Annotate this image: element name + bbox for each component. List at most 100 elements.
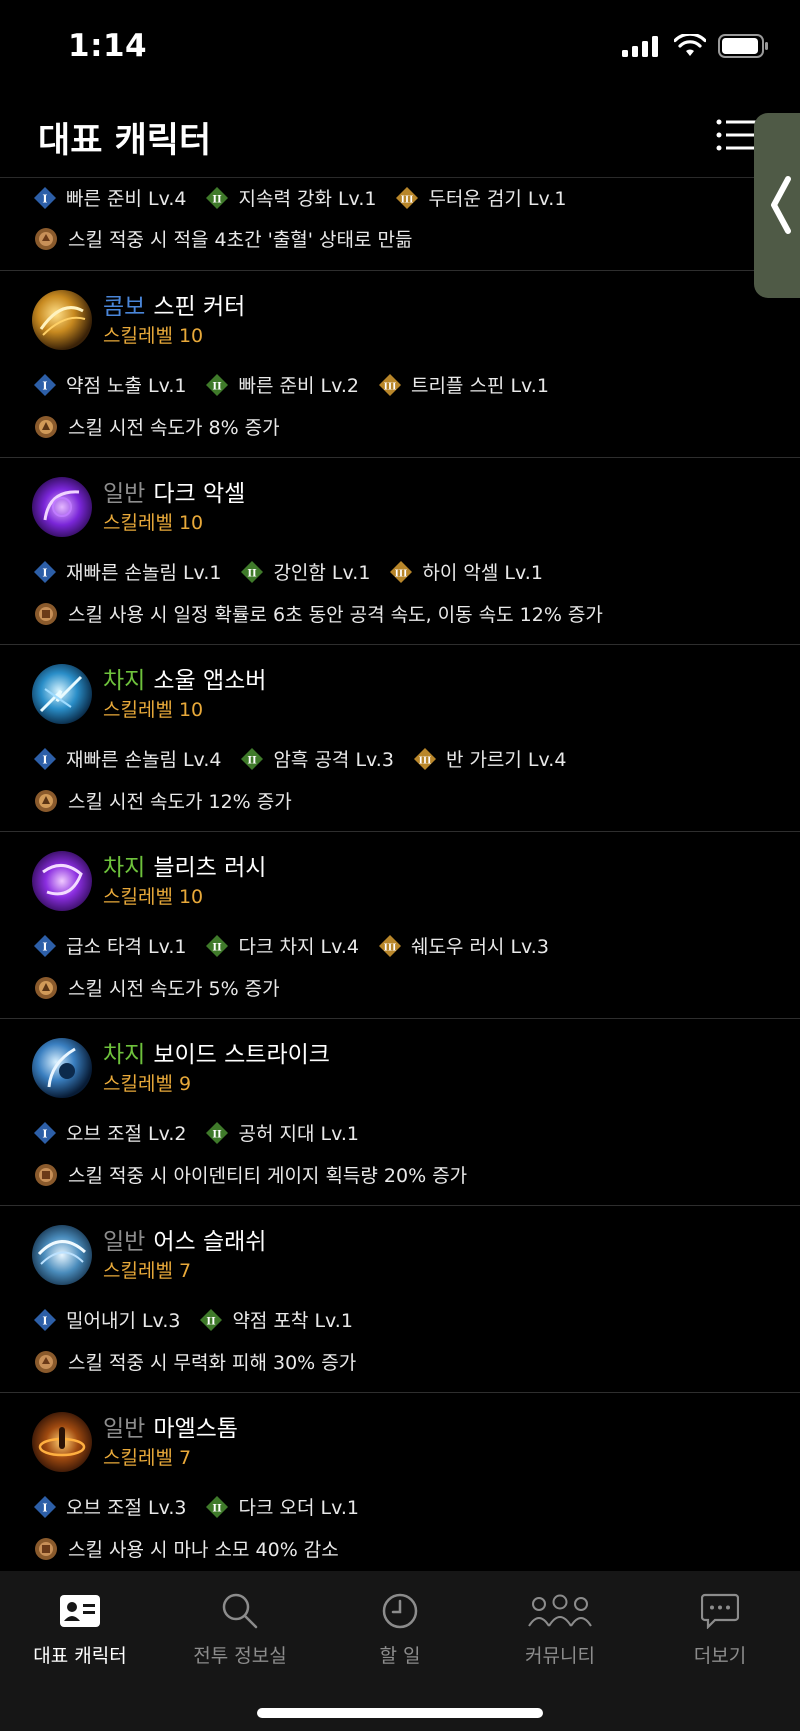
tripod-tier-1-icon: I [34,934,56,957]
tab-more[interactable]: 더보기 [640,1589,800,1668]
blitz-rush-skill-icon [32,851,92,911]
rune-effect: 스킬 시전 속도가 12% 증가 [34,787,292,814]
id-card-icon [60,1595,100,1627]
skill-row[interactable]: 차지 소울 앱소버 스킬레벨 10 I 재빠른 손놀림 Lv.4 II 암흑 공격… [0,645,800,832]
earth-slash-skill-icon [32,1225,92,1285]
status-icons [622,34,770,58]
svg-text:I: I [42,566,47,579]
skill-type: 차지 [103,1042,146,1068]
skill-row[interactable]: 차지 블리츠 러시 스킬레벨 10 I 급소 타격 Lv.1 II 다크 차지 L… [0,832,800,1019]
home-indicator[interactable] [257,1708,543,1718]
svg-text:II: II [213,381,223,392]
side-drawer-tab[interactable] [754,113,800,298]
skill-name: 마엘스톰 [153,1416,238,1442]
skill-type: 일반 [103,1229,146,1255]
skill-title: 차지 소울 앱소버 [103,661,266,695]
skill-level: 스킬레벨 10 [103,699,204,721]
svg-text:I: I [42,753,47,766]
tripod-item: I 약점 노출 Lv.1 [34,371,186,398]
tripod-label: 재빠른 손놀림 Lv.1 [66,562,222,584]
skill-name: 소울 앱소버 [153,668,267,694]
tripod-tier-3-icon: III [396,186,419,209]
tripod-item: I 재빠른 손놀림 Lv.4 [34,745,221,772]
tripod-item: I 오브 조절 Lv.3 [34,1493,186,1520]
skill-type: 일반 [103,481,146,507]
svg-text:III: III [384,382,397,392]
tripod-tier-2-icon: II [241,747,264,770]
dark-axel-skill-icon [32,477,92,537]
tripod-item: II 공허 지대 Lv.1 [206,1119,359,1146]
rune-icon [35,789,57,812]
skill-name: 어스 슬래쉬 [153,1229,267,1255]
spin-cutter-skill-icon [32,290,92,350]
skill-level: 스킬레벨 10 [103,512,204,534]
tripod-tier-2-icon: II [200,1308,223,1331]
skill-row[interactable]: 콤보 스핀 커터 스킬레벨 10 I 약점 노출 Lv.1 II 빠른 준비 Lv… [0,271,800,458]
tripod-list: I 빠른 준비 Lv.4 II 지속력 강화 Lv.1 III 두터운 검기 L… [34,184,586,211]
app-header: 대표 캐릭터 [0,96,800,178]
svg-text:I: I [42,940,47,953]
tripod-item: II 빠른 준비 Lv.2 [206,371,359,398]
tab-label: 전투 정보실 [193,1645,287,1667]
rune-bleed-icon [35,227,57,250]
svg-text:II: II [213,1129,223,1140]
svg-text:II: II [213,1503,223,1514]
tab-community[interactable]: 커뮤니티 [480,1589,640,1668]
skill-name: 보이드 스트라이크 [153,1042,330,1068]
tripod-tier-2-icon: II [206,934,229,957]
community-icon [528,1594,592,1627]
tab-todo[interactable]: 할 일 [320,1589,480,1668]
skill-title: 콤보 스핀 커터 [103,287,245,321]
svg-text:II: II [248,568,258,579]
rune-effect: 스킬 시전 속도가 8% 증가 [34,413,280,440]
tripod-label: 빠른 준비 Lv.4 [66,188,187,210]
skill-name: 블리츠 러시 [153,855,267,881]
svg-text:III: III [419,756,432,766]
wifi-icon [674,34,706,56]
svg-text:I: I [42,1314,47,1327]
tripod-label: 급소 타격 Lv.1 [66,936,187,958]
skill-row[interactable]: 차지 보이드 스트라이크 스킬레벨 9 I 오브 조절 Lv.2 II 공허 지대… [0,1019,800,1206]
skill-name: 스핀 커터 [153,294,246,320]
status-time: 1:14 [68,28,148,64]
tripod-tier-1-icon: I [34,186,56,209]
tripod-label: 재빠른 손놀림 Lv.4 [66,749,222,771]
list-menu-icon[interactable] [716,118,756,152]
rune-text: 스킬 적중 시 무력화 피해 30% 증가 [68,1352,357,1374]
tripod-label: 쉐도우 러시 Lv.3 [410,936,549,958]
tripod-list: I 약점 노출 Lv.1 II 빠른 준비 Lv.2 III 트리플 스핀 Lv… [34,371,569,398]
tripod-tier-3-icon: III [413,747,436,770]
skill-level: 스킬레벨 10 [103,886,204,908]
tripod-label: 오브 조절 Lv.2 [66,1123,187,1145]
rune-text: 스킬 적중 시 적을 4초간 '출혈' 상태로 만듦 [68,229,413,251]
tab-battle-info[interactable]: 전투 정보실 [160,1589,320,1668]
tripod-tier-1-icon: I [34,560,56,583]
tab-label: 대표 캐릭터 [33,1645,127,1667]
rune-text: 스킬 시전 속도가 8% 증가 [68,417,280,439]
svg-text:I: I [42,1501,47,1514]
tripod-tier-2-icon: II [206,186,229,209]
skill-row[interactable]: 일반 다크 악셀 스킬레벨 10 I 재빠른 손놀림 Lv.1 II 강인함 Lv… [0,458,800,645]
skill-level: 스킬레벨 10 [103,325,204,347]
tripod-item: I 빠른 준비 Lv.4 [34,184,186,211]
tripod-item: I 밀어내기 Lv.3 [34,1306,180,1333]
tripod-label: 오브 조절 Lv.3 [66,1497,187,1519]
tripod-item: II 암흑 공격 Lv.3 [241,745,394,772]
rune-effect: 스킬 적중 시 아이덴티티 게이지 획득량 20% 증가 [34,1161,467,1188]
tripod-tier-1-icon: I [34,1308,56,1331]
skill-row-partial[interactable]: I 빠른 준비 Lv.4 II 지속력 강화 Lv.1 III 두터운 검기 L… [0,179,800,271]
skill-type: 일반 [103,1416,146,1442]
void-strike-skill-icon [32,1038,92,1098]
svg-text:II: II [207,1316,217,1327]
rune-text: 스킬 시전 속도가 5% 증가 [68,978,280,1000]
tripod-item: I 재빠른 손놀림 Lv.1 [34,558,221,585]
bottom-tab-bar: 대표 캐릭터 전투 정보실 할 일 커뮤니티 더보기 [0,1571,800,1731]
skill-row[interactable]: 일반 마엘스톰 스킬레벨 7 I 오브 조절 Lv.3 II 다크 오더 Lv.1… [0,1393,800,1580]
tab-main-character[interactable]: 대표 캐릭터 [0,1589,160,1668]
maelstrom-skill-icon [32,1412,92,1472]
tripod-tier-1-icon: I [34,1121,56,1144]
tripod-list: I 오브 조절 Lv.2 II 공허 지대 Lv.1 [34,1119,379,1146]
skill-title: 일반 마엘스톰 [103,1409,238,1443]
tripod-tier-2-icon: II [206,1495,229,1518]
skill-row[interactable]: 일반 어스 슬래쉬 스킬레벨 7 I 밀어내기 Lv.3 II 약점 포착 Lv.… [0,1206,800,1393]
